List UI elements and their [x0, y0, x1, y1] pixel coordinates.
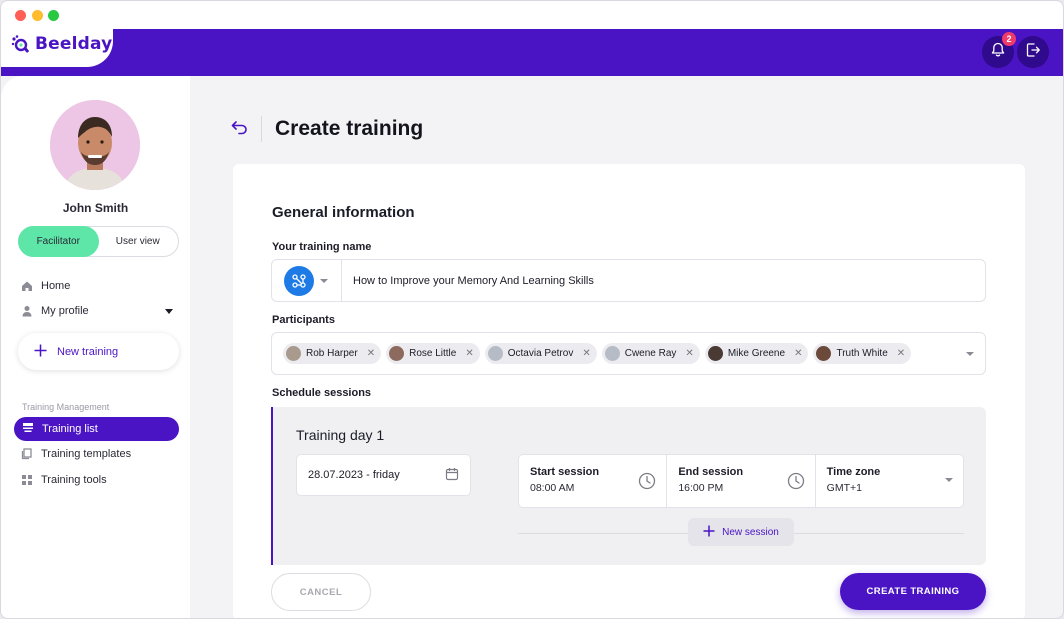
sidebar-item-home[interactable]: Home [21, 280, 70, 292]
new-training-label: New training [57, 345, 119, 358]
view-toggle: Facilitator User view [18, 226, 179, 257]
training-day-block: Training day 1 28.07.2023 - friday Start… [271, 407, 986, 565]
training-name-input[interactable] [342, 274, 942, 287]
participant-avatar [707, 346, 723, 361]
remove-participant-icon[interactable]: ✕ [685, 348, 693, 359]
sidebar-item-training-templates[interactable]: Training templates [21, 448, 131, 460]
schedule-sessions-label: Schedule sessions [272, 387, 372, 399]
clock-icon [638, 472, 656, 495]
page-title: Create training [275, 117, 424, 140]
remove-participant-icon[interactable]: ✕ [582, 348, 590, 359]
sidebar-item-my-profile[interactable]: My profile [21, 305, 173, 317]
participant-name: Rob Harper [306, 348, 358, 359]
clock-icon [787, 472, 805, 495]
logout-icon [1025, 42, 1041, 63]
participants-label: Participants [272, 314, 335, 326]
copy-icon [21, 448, 33, 460]
chevron-down-icon [944, 478, 953, 482]
person-icon [21, 305, 33, 317]
logo-text: Beelday [35, 34, 113, 54]
back-arrow-icon[interactable] [231, 119, 249, 140]
user-name: John Smith [62, 201, 129, 215]
maximize-window-button[interactable] [48, 10, 59, 21]
participant-avatar [487, 346, 503, 361]
sidebar-item-label: Training list [42, 423, 98, 435]
create-training-button[interactable]: CREATE TRAINING [840, 573, 986, 610]
training-name-label: Your training name [272, 241, 372, 253]
participant-avatar [604, 346, 620, 361]
sidebar-item-training-list[interactable]: Training list [14, 417, 179, 441]
remove-participant-icon[interactable]: ✕ [897, 348, 905, 359]
remove-participant-icon[interactable]: ✕ [794, 348, 802, 359]
facilitator-toggle-option[interactable]: Facilitator [18, 226, 99, 257]
network-icon [284, 265, 314, 296]
participant-avatar [389, 346, 405, 361]
sidebar-item-label: Training templates [41, 448, 132, 460]
chevron-down-icon[interactable] [966, 351, 974, 356]
participant-chip[interactable]: Mike Greene ✕ [704, 343, 809, 364]
training-icon-picker[interactable] [272, 260, 342, 301]
sidebar-item-label: Training tools [41, 474, 107, 486]
sidebar-item-training-tools[interactable]: Training tools [21, 474, 107, 486]
participant-name: Truth White [836, 348, 888, 359]
logout-button[interactable] [1017, 36, 1049, 68]
participant-name: Octavia Petrov [507, 348, 574, 359]
participant-chip[interactable]: Octavia Petrov ✕ [484, 343, 597, 364]
avatar[interactable] [50, 100, 140, 190]
home-icon [21, 280, 33, 292]
user-view-toggle-option[interactable]: User view [98, 227, 179, 256]
session-row: Start session 08:00 AM End session 16:00… [518, 454, 964, 508]
start-session-field[interactable]: Start session 08:00 AM [519, 455, 668, 507]
plus-icon [34, 344, 47, 360]
time-zone-select[interactable]: Time zone GMT+1 [816, 455, 963, 507]
participant-chip[interactable]: Truth White ✕ [813, 343, 912, 364]
training-name-field [271, 259, 986, 302]
window-titlebar [1, 1, 1063, 29]
participant-chip[interactable]: Rob Harper ✕ [283, 343, 382, 364]
notification-count-badge: 2 [1002, 32, 1016, 46]
training-day-title: Training day 1 [296, 427, 385, 443]
participant-name: Mike Greene [727, 348, 786, 359]
date-picker-field[interactable]: 28.07.2023 - friday [296, 454, 471, 496]
sidebar: John Smith Facilitator User view Home My… [1, 76, 190, 618]
remove-participant-icon[interactable]: ✕ [465, 348, 473, 359]
section-title: General information [272, 204, 415, 221]
time-zone-label: Time zone [826, 466, 881, 478]
participant-name: Rose Little [409, 348, 457, 359]
bee-logo-icon [11, 34, 31, 54]
participant-chip[interactable]: Cwene Ray ✕ [601, 343, 700, 364]
create-training-form: General information Your training name P… [233, 164, 1025, 618]
chevron-down-icon[interactable] [165, 305, 173, 317]
date-value: 28.07.2023 - friday [308, 469, 400, 481]
sidebar-item-label: Home [41, 280, 71, 292]
top-bar [1, 29, 1063, 76]
new-session-button[interactable]: New session [688, 518, 794, 546]
notifications-button[interactable]: 2 [982, 32, 1016, 68]
bell-icon [990, 42, 1006, 63]
end-session-field[interactable]: End session 16:00 PM [667, 455, 816, 507]
training-management-heading: Training Management [22, 402, 110, 412]
participant-name: Cwene Ray [624, 348, 677, 359]
participants-field[interactable]: Rob Harper ✕ Rose Little ✕ Octavia Petro… [271, 332, 986, 375]
new-training-button[interactable]: New training [18, 333, 179, 370]
app-window: Beelday 2 John Smith Facilitator User vi… [0, 0, 1064, 619]
app-logo[interactable]: Beelday [11, 34, 112, 54]
minimize-window-button[interactable] [32, 10, 43, 21]
calendar-icon[interactable] [445, 467, 459, 484]
close-window-button[interactable] [15, 10, 26, 21]
participant-avatar [816, 346, 832, 361]
cancel-button[interactable]: CANCEL [271, 573, 371, 611]
sidebar-item-label: My profile [41, 305, 89, 317]
grid-icon [21, 474, 33, 486]
participant-chip[interactable]: Rose Little ✕ [386, 343, 480, 364]
time-zone-value: GMT+1 [826, 482, 862, 494]
new-session-label: New session [722, 526, 779, 538]
plus-icon [703, 525, 715, 540]
list-icon [22, 422, 34, 437]
header-divider [261, 116, 262, 142]
participant-avatar [286, 346, 301, 361]
remove-participant-icon[interactable]: ✕ [367, 348, 375, 359]
chevron-down-icon [320, 278, 328, 283]
